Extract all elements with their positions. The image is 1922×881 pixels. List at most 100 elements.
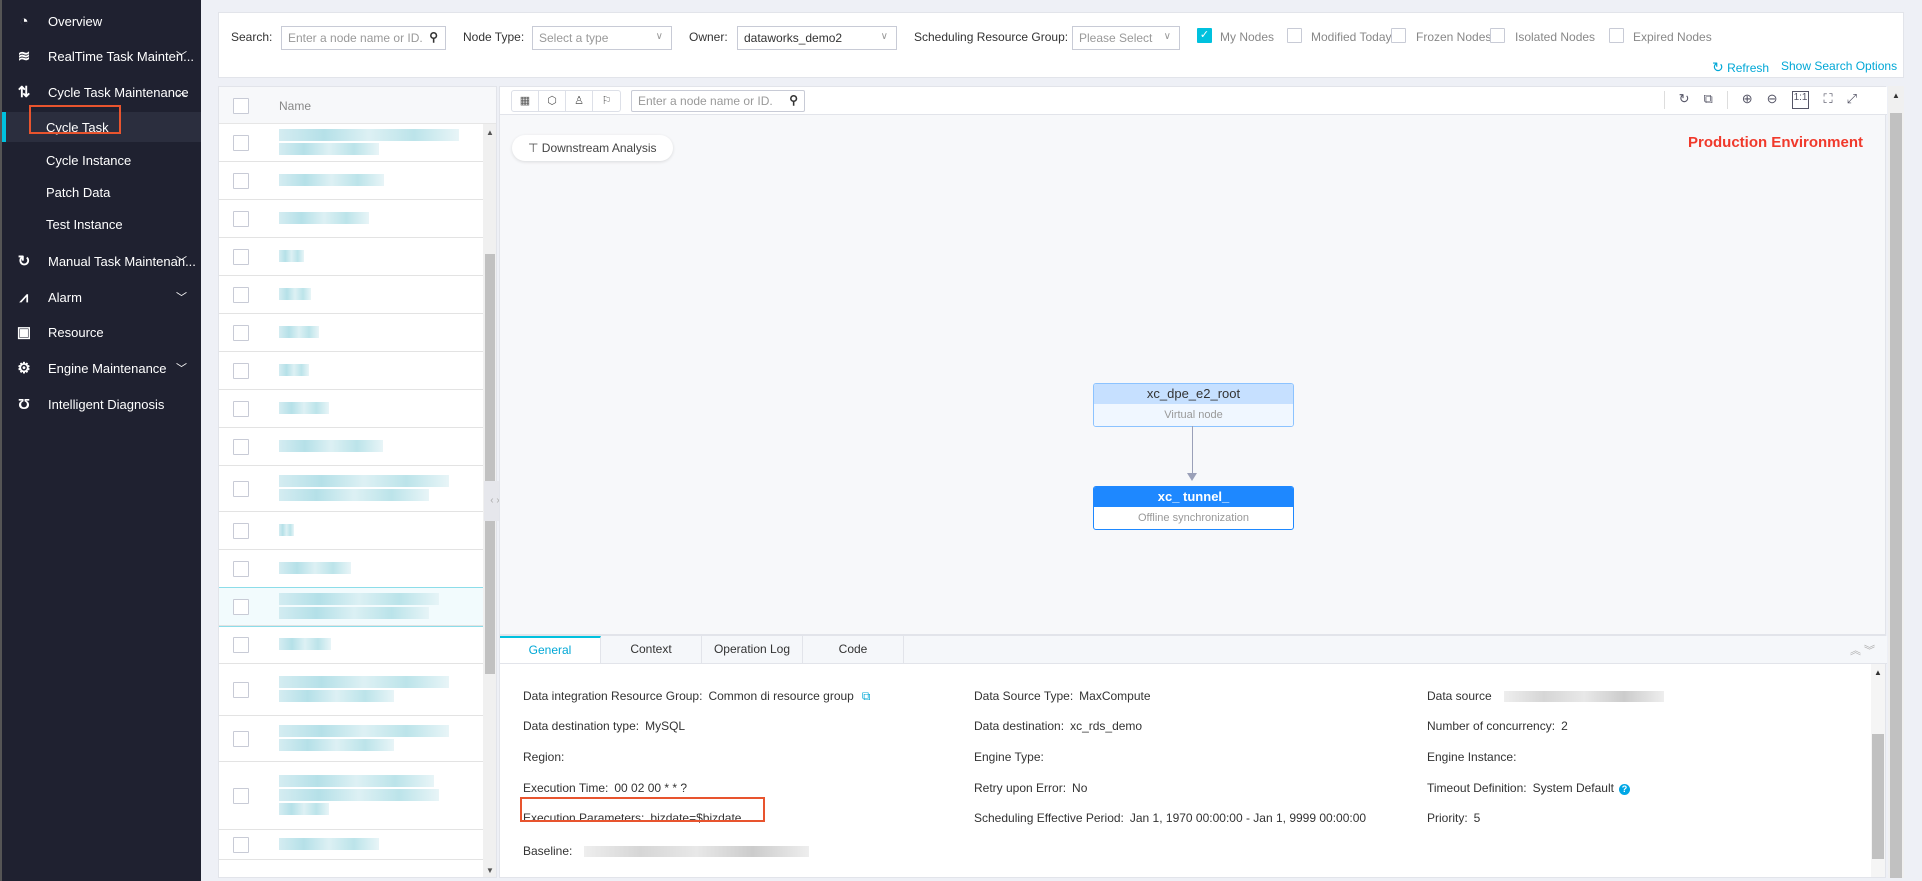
detail-field: Region:	[523, 750, 570, 764]
row-checkbox[interactable]	[233, 836, 249, 853]
row-checkbox[interactable]	[233, 134, 249, 151]
my-nodes-checkbox[interactable]: ✓	[1197, 28, 1212, 43]
page-scrollbar-thumb[interactable]	[1890, 113, 1902, 878]
table-row[interactable]	[219, 466, 484, 512]
dag-node-selected[interactable]: xc_ tunnel_ Offline synchronization	[1093, 486, 1294, 530]
row-checkbox[interactable]	[233, 210, 249, 227]
list-scrollbar-thumb[interactable]	[485, 254, 495, 674]
row-checkbox[interactable]	[233, 438, 249, 455]
expired-nodes-label: Expired Nodes	[1633, 30, 1712, 44]
select-all-checkbox[interactable]	[233, 98, 249, 114]
blurred-node-name	[279, 402, 329, 414]
sidebar-item-resource[interactable]: ▣ Resource	[2, 315, 201, 349]
table-row[interactable]	[219, 352, 484, 390]
zoom-out-icon[interactable]: ⊖	[1767, 91, 1778, 109]
tab-general[interactable]: General	[500, 636, 601, 663]
field-label: Baseline:	[523, 844, 573, 858]
table-row[interactable]	[219, 162, 484, 200]
sidebar-item-realtime[interactable]: ≋ RealTime Task Mainten... ﹀	[2, 39, 201, 73]
detail-scrollbar-thumb[interactable]	[1872, 734, 1884, 859]
page-scrollbar[interactable]: ▲	[1888, 86, 1904, 878]
field-label: Engine Type:	[974, 750, 1044, 764]
row-checkbox[interactable]	[233, 324, 249, 341]
table-row[interactable]	[219, 587, 485, 627]
row-checkbox[interactable]	[233, 172, 249, 189]
graph-search-input[interactable]: Enter a node name or ID. ⚲	[631, 90, 805, 112]
search-input[interactable]: Enter a node name or ID. ⚲	[281, 26, 446, 50]
refresh-button[interactable]: ↻ Refresh	[1712, 59, 1769, 76]
zoom-in-icon[interactable]: ⊕	[1742, 91, 1753, 109]
dag-node-root[interactable]: xc_dpe_e2_root Virtual node	[1093, 383, 1294, 427]
sidebar-item-alarm[interactable]: ⩘ Alarm ﹀	[2, 280, 201, 314]
owner-select[interactable]: dataworks_demo2 ∨	[737, 26, 897, 50]
row-checkbox[interactable]	[233, 787, 249, 804]
search-icon[interactable]: ⚲	[429, 30, 438, 44]
detail-scrollbar[interactable]: ▲	[1871, 664, 1885, 877]
table-row[interactable]	[219, 124, 484, 162]
flag-icon[interactable]: ⚐	[593, 91, 620, 111]
field-label: Number of concurrency:	[1427, 719, 1556, 733]
table-row[interactable]	[219, 762, 484, 830]
sidebar-item-overview[interactable]: ◔ Overview	[2, 4, 201, 38]
frozen-nodes-checkbox[interactable]	[1391, 28, 1406, 43]
table-row[interactable]	[219, 716, 484, 762]
row-checkbox[interactable]	[233, 400, 249, 417]
fit-view-icon[interactable]: ⛶	[1823, 91, 1832, 109]
node-type-select[interactable]: Select a type ∨	[532, 26, 672, 50]
field-label: Data Source Type:	[974, 689, 1074, 703]
sidebar-item-cycle-task-maintenance[interactable]: ⇅ Cycle Task Maintenance ︿	[2, 75, 201, 109]
expired-nodes-checkbox[interactable]	[1609, 28, 1624, 43]
row-checkbox[interactable]	[233, 362, 249, 379]
minimap-icon[interactable]: ⧉	[1703, 91, 1712, 109]
tab-code[interactable]: Code	[803, 636, 904, 663]
blurred-node-name	[279, 250, 304, 262]
modified-today-checkbox[interactable]	[1287, 28, 1302, 43]
table-row[interactable]	[219, 200, 484, 238]
divider	[1726, 91, 1728, 109]
help-icon[interactable]: ?	[1618, 784, 1630, 795]
sidebar-item-intelligent-diagnosis[interactable]: Ʊ Intelligent Diagnosis	[2, 387, 201, 421]
table-row[interactable]	[219, 626, 484, 664]
search-icon[interactable]: ⚲	[789, 93, 798, 107]
sidebar-item-manual-task[interactable]: ↻ Manual Task Maintenan... ﹀	[2, 244, 201, 278]
row-checkbox[interactable]	[233, 286, 249, 303]
row-checkbox[interactable]	[233, 480, 249, 497]
table-row[interactable]	[219, 428, 484, 466]
reload-icon[interactable]: ↻	[1679, 91, 1690, 109]
cube-icon[interactable]: ⬡	[539, 91, 566, 111]
table-row[interactable]	[219, 664, 484, 716]
row-checkbox[interactable]	[233, 598, 249, 615]
sidebar-item-engine-maintenance[interactable]: ⚙ Engine Maintenance ﹀	[2, 351, 201, 385]
user-icon[interactable]: ♙	[566, 91, 593, 111]
fullscreen-icon[interactable]: ⤢	[1847, 91, 1857, 109]
tab-context[interactable]: Context	[601, 636, 702, 663]
external-link-icon[interactable]: ⧉	[862, 689, 871, 703]
table-row[interactable]	[219, 390, 484, 428]
actual-size-icon[interactable]: 1:1	[1791, 91, 1810, 109]
table-row[interactable]	[219, 276, 484, 314]
dag-graph-panel: ▦ ⬡ ♙ ⚐ Enter a node name or ID. ⚲ ↻ ⧉ ⊕ …	[499, 86, 1887, 635]
isolated-nodes-checkbox[interactable]	[1490, 28, 1505, 43]
row-checkbox[interactable]	[233, 522, 249, 539]
resource-group-select[interactable]: Please Select ∨	[1072, 26, 1180, 50]
table-row[interactable]	[219, 512, 484, 550]
table-row[interactable]	[219, 550, 484, 588]
sidebar-item-cycle-instance[interactable]: Cycle Instance	[2, 143, 201, 177]
row-checkbox[interactable]	[233, 730, 249, 747]
tab-operation-log[interactable]: Operation Log	[702, 636, 803, 663]
row-checkbox[interactable]	[233, 248, 249, 265]
expand-collapse-icon[interactable]: ︽ ︾	[1850, 642, 1875, 658]
field-value: 5	[1473, 811, 1481, 825]
sidebar-item-test-instance[interactable]: Test Instance	[2, 207, 201, 241]
show-search-options-link[interactable]: Show Search Options	[1781, 59, 1897, 73]
row-checkbox[interactable]	[233, 636, 249, 653]
row-checkbox[interactable]	[233, 560, 249, 577]
blurred-node-name	[279, 838, 379, 850]
grid-icon[interactable]: ▦	[512, 91, 539, 111]
downstream-analysis-button[interactable]: ⊤ Downstream Analysis	[512, 135, 673, 161]
table-row[interactable]	[219, 314, 484, 352]
sidebar-item-patch-data[interactable]: Patch Data	[2, 175, 201, 209]
table-row[interactable]	[219, 830, 484, 860]
table-row[interactable]	[219, 238, 484, 276]
row-checkbox[interactable]	[233, 681, 249, 698]
